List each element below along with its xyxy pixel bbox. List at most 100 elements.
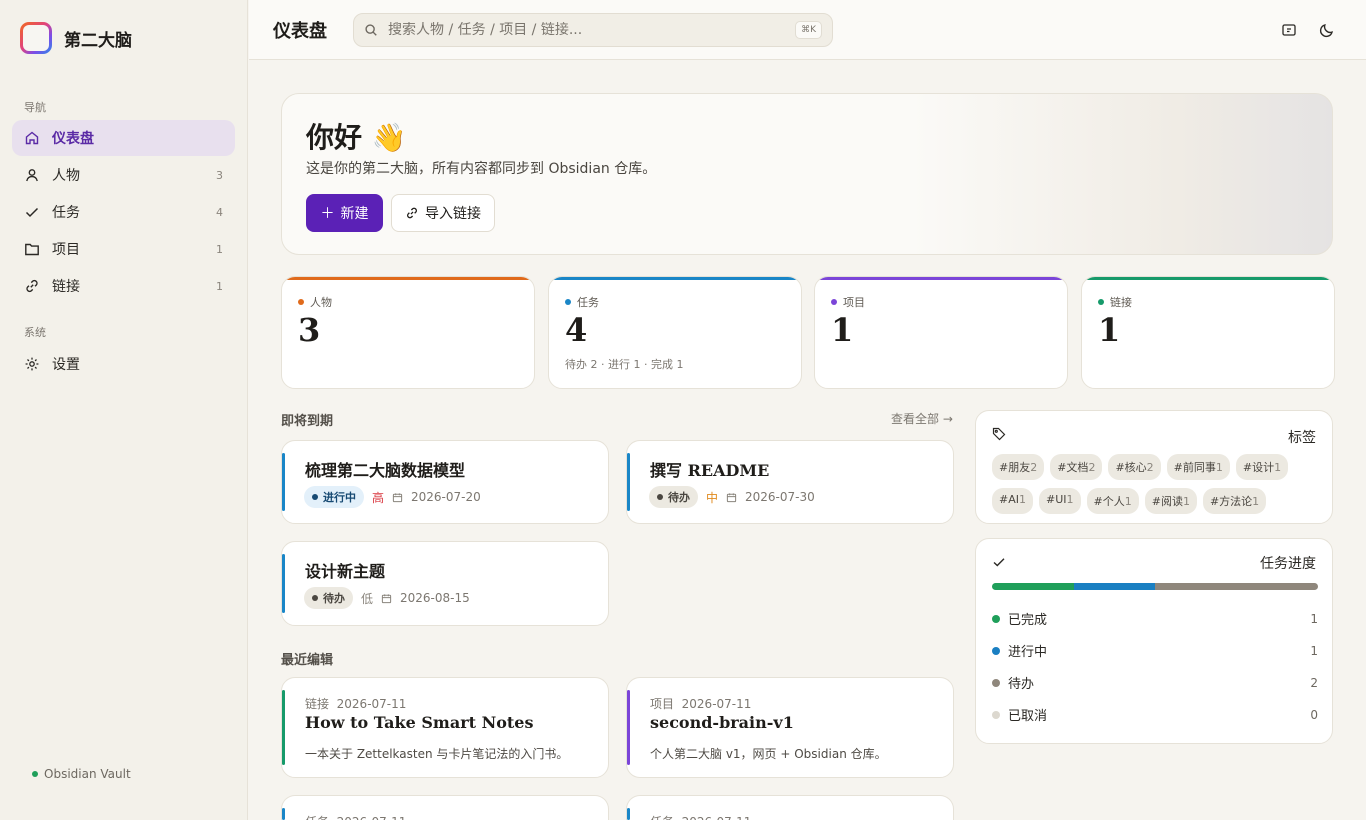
stat-card-tasks[interactable]: 任务 4 待办 2 · 进行 1 · 完成 1	[548, 276, 802, 389]
progress-heading: 任务进度	[1260, 556, 1316, 572]
tag-chip[interactable]: #设计1	[1235, 454, 1289, 480]
stat-accent-bar	[282, 277, 534, 280]
search-input[interactable]	[388, 22, 786, 38]
stat-label: 人物	[310, 296, 332, 309]
recent-type: 任务	[305, 815, 329, 820]
tag-chip[interactable]: #方法论1	[1202, 488, 1267, 514]
task-card[interactable]: 梳理第二大脑数据模型 进行中 高 2026-07-20	[281, 440, 609, 524]
upcoming-heading: 即将到期	[281, 414, 334, 429]
tag-chip[interactable]: #文档2	[1050, 454, 1103, 480]
stat-accent-bar	[1082, 277, 1334, 280]
stat-card-links[interactable]: 链接 1	[1081, 276, 1335, 389]
sidebar-item-count: 1	[216, 242, 223, 256]
hero-subtitle: 这是你的第二大脑，所有内容都同步到 Obsidian 仓库。	[306, 161, 657, 177]
brand[interactable]: 第二大脑	[20, 22, 132, 54]
moon-icon[interactable]	[1318, 21, 1336, 39]
stat-label: 链接	[1110, 296, 1132, 309]
recent-card[interactable]: 任务 2026-07-11	[626, 795, 954, 820]
nav-section-label: 导航	[24, 101, 46, 114]
sidebar-item-settings[interactable]: 设置	[12, 346, 235, 382]
recent-desc: 个人第二大脑 v1，网页 + Obsidian 仓库。	[650, 747, 887, 761]
recent-card[interactable]: 项目 2026-07-11 second-brain-v1 个人第二大脑 v1，…	[626, 677, 954, 778]
stat-card-people[interactable]: 人物 3	[281, 276, 535, 389]
status-badge: 待办	[304, 587, 353, 609]
search-bar[interactable]: ⌘K	[353, 13, 833, 47]
recent-type: 链接	[305, 697, 330, 711]
sidebar-item-count: 1	[216, 279, 223, 293]
tag-chip[interactable]: #朋友2	[992, 454, 1045, 480]
stat-dot	[1098, 299, 1104, 305]
check-icon	[993, 558, 1005, 567]
recent-desc: 一本关于 Zettelkasten 与卡片笔记法的入门书。	[305, 747, 569, 761]
task-progress-panel: 任务进度 已完成 1 进行中 1 待办 2 已取消 0	[975, 538, 1333, 744]
due-date: 2026-07-30	[745, 490, 815, 504]
stat-value: 1	[831, 311, 854, 349]
priority-label: 低	[361, 591, 374, 606]
check-icon	[25, 207, 39, 218]
progress-bar	[992, 583, 1318, 590]
home-icon	[25, 131, 39, 145]
stat-accent-bar	[815, 277, 1067, 280]
link-icon	[407, 207, 417, 219]
sidebar-item-people[interactable]: 人物 3	[12, 157, 235, 193]
shortcut-badge: ⌘K	[795, 21, 822, 39]
see-all-link[interactable]: 查看全部 →	[891, 410, 953, 427]
folder-icon	[25, 243, 39, 256]
tags-heading: 标签	[1288, 430, 1316, 446]
status-badge: 待办	[649, 486, 698, 508]
stat-value: 1	[1098, 311, 1121, 349]
recent-date: 2026-07-11	[337, 815, 407, 820]
panel-icon[interactable]	[1280, 21, 1298, 39]
priority-label: 高	[372, 490, 385, 505]
task-title: 撰写 README	[650, 461, 770, 480]
recent-date: 2026-07-11	[682, 815, 752, 820]
sidebar-item-projects[interactable]: 项目 1	[12, 231, 235, 267]
sidebar-item-links[interactable]: 链接 1	[12, 268, 235, 304]
stat-card-projects[interactable]: 项目 1	[814, 276, 1068, 389]
progress-segment	[1155, 583, 1318, 590]
brand-name: 第二大脑	[64, 30, 132, 51]
sidebar-item-label: 设置	[52, 357, 80, 373]
tag-chip[interactable]: #核心2	[1108, 454, 1161, 480]
recent-card[interactable]: 链接 2026-07-11 How to Take Smart Notes 一本…	[281, 677, 609, 778]
sidebar: 第二大脑 导航 仪表盘 人物 3 任务 4 项目 1 链接 1 系统 设置 Ob…	[0, 0, 248, 820]
recent-type: 项目	[650, 697, 675, 711]
recent-date: 2026-07-11	[681, 697, 752, 711]
task-title: 设计新主题	[305, 562, 386, 581]
legend-row: 已取消 0	[992, 705, 1318, 724]
legend-row: 进行中 1	[992, 641, 1318, 660]
sidebar-item-count: 3	[216, 168, 223, 182]
import-link-button[interactable]: 导入链接	[391, 194, 495, 232]
status-badge: 进行中	[304, 486, 364, 508]
stat-dot	[565, 299, 571, 305]
sidebar-item-label: 链接	[52, 279, 80, 295]
sidebar-item-dashboard[interactable]: 仪表盘	[12, 120, 235, 156]
task-card[interactable]: 设计新主题 待办 低 2026-08-15	[281, 541, 609, 626]
stat-dot	[298, 299, 304, 305]
due-date: 2026-08-15	[400, 591, 470, 605]
tag-chip[interactable]: #个人1	[1086, 488, 1139, 514]
sidebar-item-label: 仪表盘	[52, 131, 94, 147]
welcome-hero: 你好 👋 这是你的第二大脑，所有内容都同步到 Obsidian 仓库。 ＋ 新建…	[281, 93, 1333, 255]
hero-title: 你好 👋	[306, 121, 407, 154]
search-icon	[365, 24, 377, 36]
vault-label: Obsidian Vault	[44, 767, 131, 781]
new-button[interactable]: ＋ 新建	[306, 194, 383, 232]
calendar-icon	[392, 492, 403, 502]
stat-value: 3	[298, 311, 321, 349]
tag-chip[interactable]: #前同事1	[1166, 454, 1230, 480]
user-icon	[26, 169, 38, 182]
tags-panel: 标签 #朋友2 #文档2 #核心2 #前同事1 #设计1 #AI1 #UI1 #…	[975, 410, 1333, 524]
stat-accent-bar	[549, 277, 801, 280]
stat-dot	[831, 299, 837, 305]
priority-label: 中	[706, 490, 719, 505]
task-card[interactable]: 撰写 README 待办 中 2026-07-30	[626, 440, 954, 524]
import-button-label: 导入链接	[425, 206, 481, 222]
vault-status: Obsidian Vault	[32, 767, 131, 781]
tag-chip[interactable]: #阅读1	[1144, 488, 1197, 514]
sidebar-item-label: 人物	[52, 168, 80, 184]
sidebar-item-tasks[interactable]: 任务 4	[12, 194, 235, 230]
tag-chip[interactable]: #AI1	[992, 488, 1033, 514]
tag-chip[interactable]: #UI1	[1039, 488, 1081, 514]
recent-card[interactable]: 任务 2026-07-11	[281, 795, 609, 820]
